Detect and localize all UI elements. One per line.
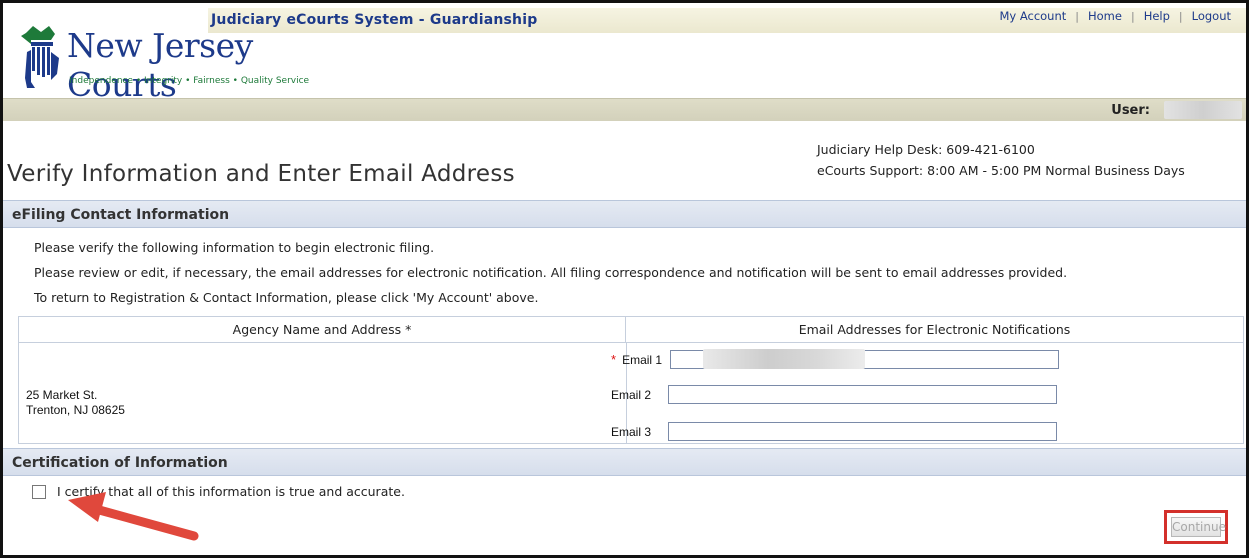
arrow-annotation-icon — [68, 492, 199, 541]
continue-highlight-box: Continue — [1164, 510, 1228, 544]
nj-courts-logo-icon — [21, 26, 59, 88]
certification-section-title: Certification of Information — [12, 455, 228, 471]
email-3-label: Email 3 — [611, 424, 652, 439]
agency-address: 25 Market St. Trenton, NJ 08625 — [26, 388, 125, 418]
emails-column-header: Email Addresses for Electronic Notificat… — [626, 317, 1243, 343]
helpdesk-info: Judiciary Help Desk: 609-421-6100 eCourt… — [817, 139, 1185, 181]
nav-help-link[interactable]: Help — [1135, 9, 1179, 23]
nav-my-account-link[interactable]: My Account — [990, 9, 1075, 23]
certification-section-header: Certification of Information — [3, 448, 1246, 476]
header-user-band — [3, 98, 1246, 121]
continue-button[interactable]: Continue — [1171, 517, 1226, 537]
nav-logout-link[interactable]: Logout — [1183, 9, 1240, 23]
required-marker: * — [611, 352, 617, 367]
email-2-label: Email 2 — [611, 387, 652, 402]
email-3-row: Email 3 — [611, 422, 1057, 441]
support-hours: eCourts Support: 8:00 AM - 5:00 PM Norma… — [817, 163, 1185, 178]
email-1-value-redacted — [703, 349, 865, 369]
top-nav: My Account | Home | Help | Logout — [990, 9, 1240, 23]
nj-courts-logo[interactable]: New Jersey Courts Independence • Integri… — [15, 22, 315, 104]
email-1-label: Email 1 — [622, 352, 663, 367]
logo-title: New Jersey Courts — [67, 26, 253, 104]
user-label: User: — [1111, 103, 1150, 118]
email-3-field[interactable] — [668, 422, 1057, 441]
page-title: Verify Information and Enter Email Addre… — [7, 161, 515, 187]
email-2-field[interactable] — [668, 385, 1057, 404]
agency-column-header: Agency Name and Address * — [19, 317, 626, 343]
address-line: 25 Market St. — [26, 388, 98, 402]
user-name-redacted — [1164, 101, 1242, 119]
address-line: Trenton, NJ 08625 — [26, 403, 125, 417]
contact-section-header: eFiling Contact Information — [3, 200, 1246, 228]
instruction-line: To return to Registration & Contact Info… — [34, 290, 539, 305]
instruction-line: Please verify the following information … — [34, 240, 435, 255]
nav-home-link[interactable]: Home — [1079, 9, 1131, 23]
helpdesk-phone: Judiciary Help Desk: 609-421-6100 — [817, 142, 1035, 157]
header: Judiciary eCourts System - Guardianship … — [3, 3, 1246, 121]
email-2-row: Email 2 — [611, 385, 1057, 404]
certify-checkbox[interactable] — [32, 484, 46, 499]
contact-section-title: eFiling Contact Information — [12, 207, 230, 223]
logo-tagline: Independence • Integrity • Fairness • Qu… — [69, 76, 310, 86]
instruction-line: Please review or edit, if necessary, the… — [34, 265, 1068, 280]
